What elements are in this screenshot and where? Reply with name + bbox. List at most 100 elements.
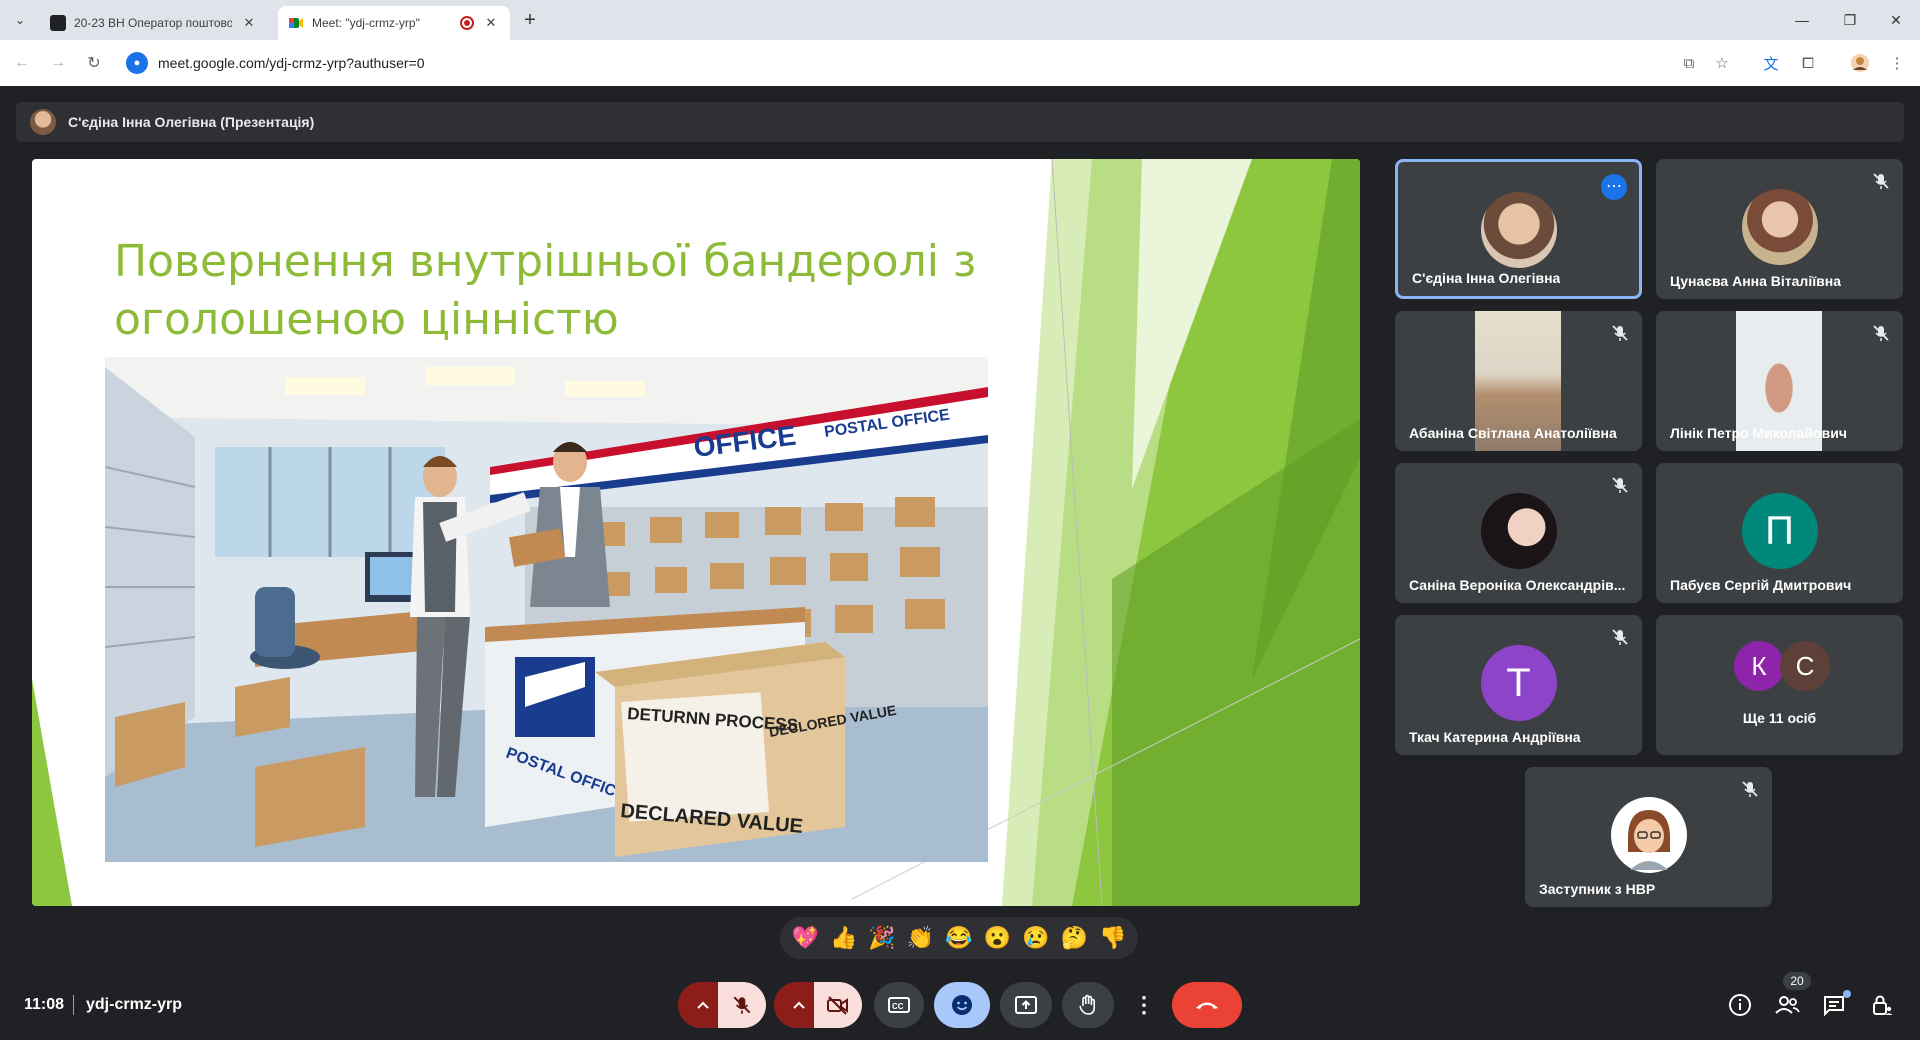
- mic-off-icon: [1610, 627, 1630, 647]
- participant-tile[interactable]: Заступник з НВР: [1525, 767, 1772, 907]
- mic-off-icon: [733, 996, 751, 1014]
- show-everyone-button[interactable]: [1772, 990, 1802, 1020]
- mic-off-icon: [1740, 779, 1760, 799]
- reaction-thumbs-up-button[interactable]: 👍: [827, 925, 861, 951]
- participant-name: Абаніна Світлана Анатоліївна: [1409, 425, 1617, 441]
- more-participants-tile[interactable]: К С Ще 11 осіб: [1656, 615, 1903, 755]
- participant-tile[interactable]: ⋯ С'єдіна Інна Олегівна: [1395, 159, 1642, 299]
- raise-hand-button[interactable]: [1062, 982, 1114, 1028]
- participant-avatar: [1610, 797, 1687, 873]
- restore-button[interactable]: ❐: [1830, 8, 1870, 32]
- presentation-stage[interactable]: Повернення внутрішньої бандеролі з оголо…: [32, 159, 1360, 906]
- participant-name: Цунаєва Анна Віталіївна: [1670, 273, 1841, 289]
- leave-call-button[interactable]: [1172, 982, 1242, 1028]
- reaction-laugh-button[interactable]: 😂: [942, 925, 976, 951]
- browser-tab-bar: ⌄ 20-23 ВН Оператор поштового ✕ Meet: "y…: [0, 0, 1920, 40]
- present-now-button[interactable]: [1000, 982, 1052, 1028]
- mic-off-icon: [1610, 323, 1630, 343]
- info-icon: [1729, 994, 1751, 1016]
- meeting-details-button[interactable]: [1725, 990, 1755, 1020]
- host-controls-button[interactable]: [1867, 990, 1897, 1020]
- microphone-in-use-icon[interactable]: ●: [126, 52, 148, 74]
- meeting-clock: 11:08: [24, 996, 65, 1013]
- participant-tile[interactable]: П Пабуєв Сергій Дмитрович: [1656, 463, 1903, 603]
- extensions-icon[interactable]: ⧠: [1797, 52, 1819, 74]
- slide-title: Повернення внутрішньої бандеролі з оголо…: [114, 233, 1014, 349]
- divider: [73, 995, 74, 1015]
- participant-name: Ткач Катерина Андріївна: [1409, 729, 1581, 745]
- back-arrow-icon[interactable]: ←: [10, 51, 34, 75]
- participant-name: Пабуєв Сергій Дмитрович: [1670, 577, 1852, 593]
- presenter-label: С'єдіна Інна Олегівна (Презентація): [68, 114, 315, 130]
- participant-avatar: [1480, 493, 1557, 569]
- participant-name: Заступник з НВР: [1539, 881, 1656, 897]
- participant-initial-avatar: С: [1780, 641, 1830, 691]
- reaction-thumbs-down-button[interactable]: 👎: [1096, 925, 1130, 951]
- participant-tile[interactable]: Т Ткач Катерина Андріївна: [1395, 615, 1642, 755]
- participant-initial-avatar: К: [1734, 641, 1784, 691]
- people-count-badge: 20: [1783, 972, 1811, 990]
- forward-arrow-icon[interactable]: →: [46, 51, 70, 75]
- participant-tile[interactable]: Цунаєва Анна Віталіївна: [1656, 159, 1903, 299]
- hang-up-icon: [1196, 1002, 1218, 1009]
- reaction-sad-button[interactable]: 😢: [1019, 925, 1053, 951]
- reactions-bar: 💖 👍 🎉 👏 😂 😮 😢 🤔 👎: [780, 917, 1138, 959]
- chat-button[interactable]: [1819, 990, 1849, 1020]
- captions-button[interactable]: CC: [874, 982, 924, 1028]
- close-tab-icon[interactable]: ✕: [240, 14, 258, 32]
- participant-name: С'єдіна Інна Олегівна: [1412, 270, 1561, 286]
- browser-tab[interactable]: 20-23 ВН Оператор поштового ✕: [40, 6, 268, 40]
- mic-off-icon: [1610, 475, 1630, 495]
- browser-menu-icon[interactable]: ⋮: [1886, 52, 1908, 74]
- tab-title: Meet: "ydj-crmz-yrp": [312, 16, 420, 30]
- more-options-icon[interactable]: ⋯: [1601, 174, 1627, 200]
- participant-avatar: [1480, 192, 1557, 268]
- new-tab-button[interactable]: +: [518, 8, 542, 32]
- browser-tab-active[interactable]: Meet: "ydj-crmz-yrp" ✕: [278, 6, 510, 40]
- reaction-surprised-button[interactable]: 😮: [980, 925, 1014, 951]
- classroom-favicon-icon: [50, 15, 66, 31]
- reaction-heart-button[interactable]: 💖: [788, 925, 822, 951]
- svg-text:CC: CC: [892, 1002, 904, 1011]
- participant-name: Саніна Вероніка Олександрів...: [1409, 577, 1626, 593]
- participant-tile[interactable]: Лінік Петро Миколайович: [1656, 311, 1903, 451]
- omnibox[interactable]: ● meet.google.com/ydj-crmz-yrp?authuser=…: [122, 46, 1722, 80]
- participant-avatar: [1741, 189, 1818, 265]
- reaction-party-button[interactable]: 🎉: [865, 925, 899, 951]
- minimize-button[interactable]: —: [1782, 8, 1822, 32]
- more-options-button[interactable]: ⋮: [1120, 982, 1168, 1028]
- close-tab-icon[interactable]: ✕: [482, 14, 500, 32]
- meet-app: С'єдіна Інна Олегівна (Презентація) Пове…: [0, 86, 1920, 1040]
- captions-icon: CC: [888, 997, 910, 1013]
- participant-tile[interactable]: Абаніна Світлана Анатоліївна: [1395, 311, 1642, 451]
- present-screen-icon: [1015, 996, 1037, 1014]
- meeting-code: ydj-crmz-yrp: [86, 996, 183, 1013]
- more-participants-label: Ще 11 осіб: [1742, 710, 1817, 726]
- presentation-header: С'єдіна Інна Олегівна (Презентація): [16, 102, 1904, 142]
- slide-post-office-illustration: OFFICE POSTAL OFFICE POSTAL OFFICE DETUR…: [105, 357, 988, 862]
- camera-off-button[interactable]: [814, 982, 862, 1028]
- tab-search-button[interactable]: ⌄: [8, 8, 32, 32]
- bookmark-star-icon[interactable]: ☆: [1711, 52, 1733, 74]
- presenter-avatar: [30, 109, 56, 135]
- tab-title: 20-23 ВН Оператор поштового: [74, 16, 232, 30]
- reload-icon[interactable]: ↻: [82, 51, 106, 75]
- close-window-button[interactable]: ✕: [1876, 8, 1916, 32]
- participant-tile[interactable]: Саніна Вероніка Олександрів...: [1395, 463, 1642, 603]
- slide-title-line: Повернення внутрішньої бандеролі з: [114, 236, 977, 287]
- profile-avatar[interactable]: [1849, 52, 1871, 74]
- recording-icon: [460, 16, 474, 30]
- more-participants-avatars: К С: [1734, 641, 1834, 693]
- slide-title-line: оголошеною цінністю: [114, 294, 619, 345]
- url-text[interactable]: meet.google.com/ydj-crmz-yrp?authuser=0: [158, 55, 425, 71]
- open-in-new-window-icon[interactable]: ⧉: [1678, 52, 1700, 74]
- reaction-clap-button[interactable]: 👏: [904, 925, 938, 951]
- translate-icon[interactable]: 文: [1760, 52, 1782, 74]
- participant-initial-avatar: П: [1741, 493, 1818, 569]
- mic-off-icon: [1871, 323, 1891, 343]
- reaction-thinking-button[interactable]: 🤔: [1057, 925, 1091, 951]
- emoji-reactions-button[interactable]: [934, 982, 990, 1028]
- microphone-off-button[interactable]: [718, 982, 766, 1028]
- address-bar: ← → ↻ ● meet.google.com/ydj-crmz-yrp?aut…: [0, 40, 1920, 86]
- chevron-up-icon: [697, 1001, 709, 1009]
